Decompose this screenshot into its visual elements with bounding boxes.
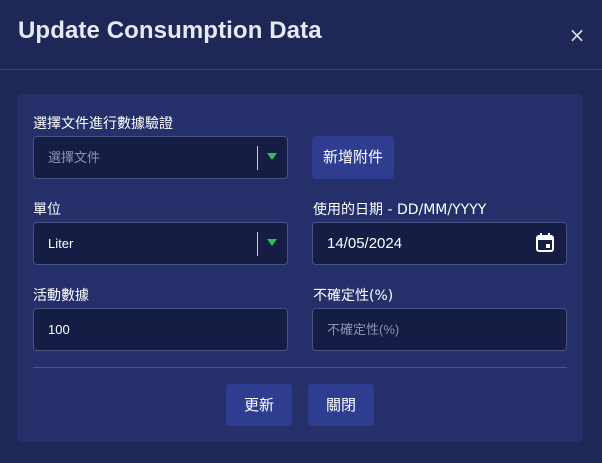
activity-input-value: 100 — [48, 322, 70, 337]
uncertainty-label: 不確定性(%) — [313, 288, 394, 304]
close-button[interactable]: 關閉 — [308, 384, 374, 426]
unit-select-value: Liter — [48, 236, 74, 251]
form-divider — [33, 367, 567, 368]
document-label: 選擇文件進行數據驗證 — [33, 116, 173, 132]
unit-label: 單位 — [33, 202, 61, 218]
unit-select[interactable]: Liter — [33, 222, 288, 265]
select-divider — [257, 146, 258, 170]
uncertainty-input[interactable]: 不確定性(%) — [312, 308, 567, 351]
close-icon[interactable]: × — [566, 23, 588, 47]
activity-input[interactable]: 100 — [33, 308, 288, 351]
document-select-placeholder: 選擇文件 — [48, 150, 101, 165]
date-input-value: 14/05/2024 — [327, 235, 403, 252]
chevron-down-icon[interactable] — [267, 239, 277, 246]
update-button[interactable]: 更新 — [226, 384, 292, 426]
modal-title: Update Consumption Data — [18, 17, 322, 44]
calendar-icon[interactable] — [536, 233, 554, 252]
add-attachment-button[interactable]: 新增附件 — [312, 136, 394, 179]
uncertainty-input-placeholder: 不確定性(%) — [327, 322, 400, 337]
modal-header: Update Consumption Data × — [0, 0, 602, 70]
date-label: 使用的日期 - DD/MM/YYYY — [313, 202, 487, 218]
chevron-down-icon[interactable] — [267, 153, 277, 160]
date-input[interactable]: 14/05/2024 — [312, 222, 567, 265]
update-consumption-modal: Update Consumption Data × 選擇文件進行數據驗證 選擇文… — [0, 0, 602, 463]
document-select[interactable]: 選擇文件 — [33, 136, 288, 179]
activity-label: 活動數據 — [33, 288, 89, 304]
select-divider — [257, 232, 258, 256]
